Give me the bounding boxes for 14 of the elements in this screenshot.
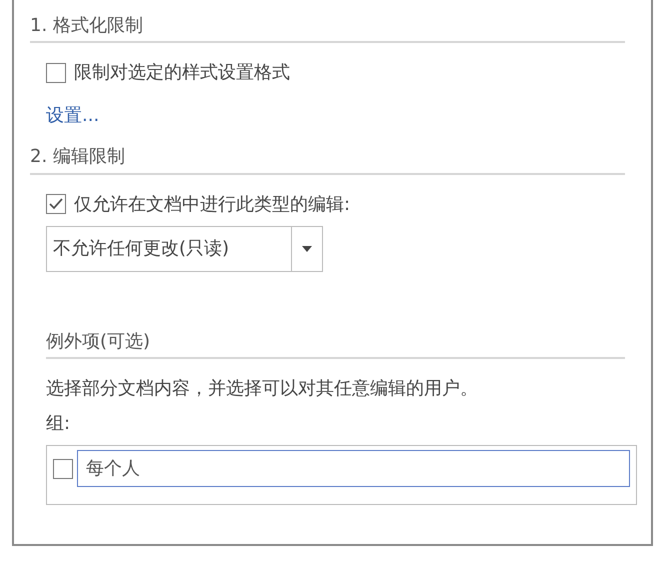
restriction-dropdown[interactable]: 不允许任何更改(只读) — [46, 226, 323, 272]
caret-icon — [302, 246, 312, 252]
section-heading: 2. 编辑限制 — [30, 145, 625, 175]
checkbox-label[interactable]: 仅允许在文档中进行此类型的编辑: — [74, 190, 350, 218]
groups-label: 组: — [46, 412, 72, 436]
description-text: 选择部分文档内容，并选择可以对其任意编辑的用户。 — [46, 377, 479, 402]
section-heading: 例外项(可选) — [46, 330, 625, 360]
group-item[interactable]: 每个人 — [77, 450, 630, 488]
checkbox[interactable] — [46, 62, 66, 83]
settings-link[interactable]: 设置... — [46, 105, 100, 126]
checkbox[interactable] — [46, 194, 66, 214]
section-heading: 1. 格式化限制 — [30, 14, 625, 44]
checkbox-label[interactable]: 限制对选定的样式设置格式 — [74, 59, 290, 86]
checkbox[interactable] — [53, 458, 73, 479]
